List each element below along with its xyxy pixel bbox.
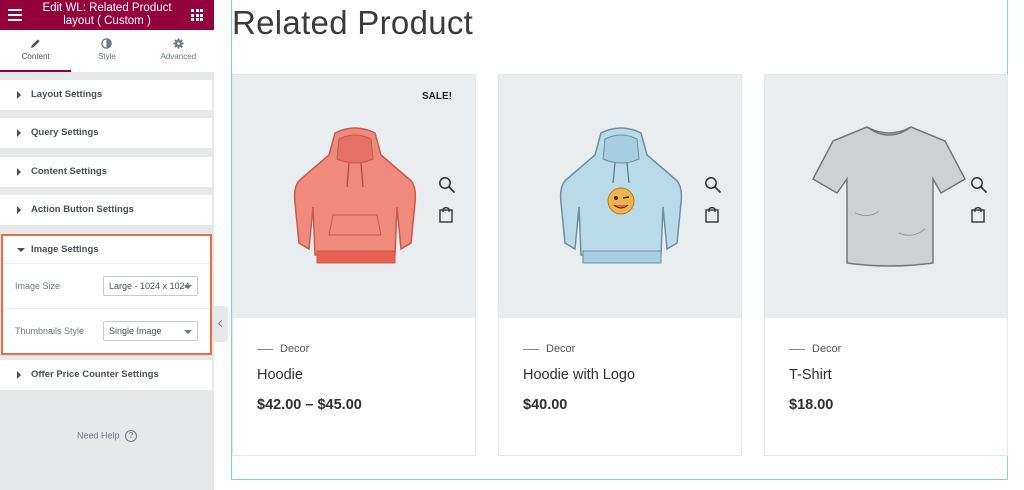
collapse-panel-button[interactable] xyxy=(214,306,228,342)
caret-right-icon xyxy=(17,91,21,99)
section-layout-settings[interactable]: Layout Settings xyxy=(0,80,212,110)
section-label: Action Button Settings xyxy=(31,204,134,215)
grey-tshirt-image xyxy=(812,126,966,267)
product-price: $42.00 – $45.00 xyxy=(257,397,362,413)
thumbnails-style-select[interactable]: Single Image xyxy=(103,321,198,341)
image-size-control: Image Size Large - 1024 x 1024 xyxy=(3,264,210,308)
tab-style[interactable]: Style xyxy=(71,30,142,72)
need-help-label: Need Help xyxy=(76,430,120,441)
thumbnails-style-label: Thumbnails Style xyxy=(15,326,85,336)
product-category[interactable]: Decor xyxy=(546,343,575,355)
product-category[interactable]: Decor xyxy=(280,343,309,355)
product-image-area[interactable] xyxy=(765,75,1007,318)
pencil-icon xyxy=(31,39,40,49)
caret-right-icon xyxy=(17,371,21,379)
question-icon: ? xyxy=(125,430,138,442)
image-size-select[interactable]: Large - 1024 x 1024 xyxy=(103,276,198,296)
tab-advanced[interactable]: Advanced xyxy=(143,30,214,72)
search-icon[interactable] xyxy=(438,176,456,194)
shopping-bag-icon[interactable] xyxy=(439,206,453,223)
caret-right-icon xyxy=(17,206,21,214)
shopping-bag-icon[interactable] xyxy=(971,206,985,223)
dropdown-arrow-icon xyxy=(184,285,192,289)
category-divider xyxy=(523,349,539,350)
tab-content[interactable]: Content xyxy=(0,30,72,72)
thumbnails-style-value: Single Image xyxy=(109,326,162,336)
section-label: Layout Settings xyxy=(31,89,103,100)
category-divider xyxy=(257,349,273,350)
section-query-settings[interactable]: Query Settings xyxy=(0,118,212,148)
half-circle-icon xyxy=(101,38,113,49)
section-image-settings: Image Settings Image Size Large - 1024 x… xyxy=(1,234,212,355)
coral-hoodie-image xyxy=(293,127,417,264)
blue-hoodie-image xyxy=(559,127,683,264)
thumbnails-style-control: Thumbnails Style Single Image xyxy=(3,308,210,352)
product-name[interactable]: Hoodie with Logo xyxy=(523,367,635,383)
tab-content-label: Content xyxy=(21,52,50,61)
section-content-settings[interactable]: Content Settings xyxy=(0,157,212,187)
panel-tabs: Content Style Advanced xyxy=(0,30,214,72)
product-name[interactable]: Hoodie xyxy=(257,367,303,383)
product-card: Decor T-Shirt $18.00 xyxy=(764,74,1008,456)
chevron-left-icon xyxy=(217,319,226,328)
image-size-value: Large - 1024 x 1024 xyxy=(109,281,190,291)
tab-style-label: Style xyxy=(98,52,116,61)
product-price: $18.00 xyxy=(789,397,834,413)
section-label: Image Settings xyxy=(31,244,99,255)
category-divider xyxy=(789,349,805,350)
product-image-area[interactable] xyxy=(499,75,741,318)
tab-advanced-label: Advanced xyxy=(160,52,197,61)
dropdown-arrow-icon xyxy=(184,330,192,334)
section-offer-price-counter-settings[interactable]: Offer Price Counter Settings xyxy=(0,360,212,390)
caret-right-icon xyxy=(17,129,21,137)
shopping-bag-icon[interactable] xyxy=(705,206,719,223)
elementor-editor: Edit WL: Related Product layout ( Custom… xyxy=(0,0,1024,490)
product-card: Decor Hoodie with Logo $40.00 xyxy=(498,74,742,456)
sale-badge: SALE! xyxy=(422,91,452,102)
gear-icon xyxy=(173,38,184,49)
preview-canvas: Related Product SALE! Decor Hoodie $42.0 xyxy=(231,0,1008,480)
section-label: Offer Price Counter Settings xyxy=(31,369,159,380)
product-card: SALE! Decor Hoodie $42.00 – $45.00 xyxy=(232,74,476,456)
related-product-heading: Related Product xyxy=(232,4,474,41)
panel-title: Edit WL: Related Product layout ( Custom… xyxy=(42,2,172,27)
caret-right-icon xyxy=(17,168,21,176)
image-size-label: Image Size xyxy=(15,281,61,291)
menu-icon[interactable] xyxy=(8,9,22,21)
panel-header: Edit WL: Related Product layout ( Custom… xyxy=(0,0,214,30)
image-settings-header[interactable]: Image Settings xyxy=(3,236,210,264)
widgets-grid-icon[interactable] xyxy=(191,9,203,21)
product-name[interactable]: T-Shirt xyxy=(789,367,832,383)
need-help-link[interactable]: Need Help ? xyxy=(0,430,214,442)
section-label: Content Settings xyxy=(31,166,107,177)
section-action-button-settings[interactable]: Action Button Settings xyxy=(0,195,212,225)
editor-panel: Edit WL: Related Product layout ( Custom… xyxy=(0,0,214,490)
product-category[interactable]: Decor xyxy=(812,343,841,355)
section-label: Query Settings xyxy=(31,127,99,138)
search-icon[interactable] xyxy=(704,176,722,194)
product-price: $40.00 xyxy=(523,397,568,413)
caret-down-icon xyxy=(17,248,25,252)
search-icon[interactable] xyxy=(970,176,988,194)
product-image-area[interactable]: SALE! xyxy=(233,75,475,318)
